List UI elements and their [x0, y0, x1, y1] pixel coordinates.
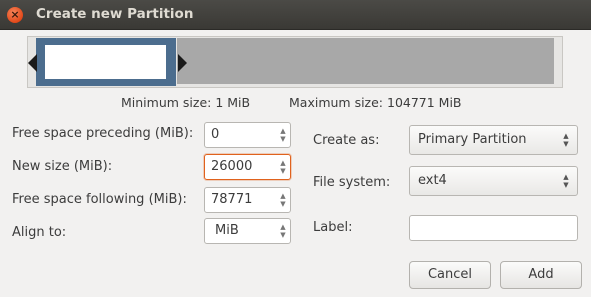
new-size-value: 26000 — [211, 159, 253, 174]
new-size-spinner[interactable]: 26000 ▲ ▼ — [204, 154, 291, 180]
free-space-bar — [177, 38, 554, 84]
create-as-select[interactable]: Primary Partition ▲ ▼ — [409, 125, 578, 155]
file-system-value: ext4 — [418, 173, 447, 188]
title-bar: × Create new Partition — [0, 0, 591, 30]
align-to-label: Align to: — [12, 225, 67, 240]
create-as-label: Create as: — [313, 133, 380, 148]
new-partition-block[interactable] — [36, 38, 176, 86]
label-input[interactable] — [409, 215, 578, 241]
partition-fill — [45, 45, 166, 79]
free-preceding-spinner[interactable]: 0 ▲ ▼ — [204, 122, 291, 148]
align-to-select[interactable]: MiB ▲ ▼ — [204, 218, 291, 244]
spinner-arrows-icon[interactable]: ▲ ▼ — [276, 123, 290, 147]
create-as-value: Primary Partition — [418, 132, 527, 147]
close-icon[interactable]: × — [7, 7, 23, 23]
select-arrows-icon[interactable]: ▲ ▼ — [276, 219, 290, 243]
free-preceding-label: Free space preceding (MiB): — [12, 126, 194, 141]
chevron-updown-icon: ▲ ▼ — [563, 132, 569, 148]
resize-right-handle-icon[interactable] — [178, 54, 187, 72]
minimum-size-label: Minimum size: 1 MiB — [121, 95, 251, 110]
align-to-value: MiB — [215, 223, 239, 238]
file-system-label: File system: — [313, 175, 391, 190]
window-title: Create new Partition — [36, 6, 194, 22]
add-button[interactable]: Add — [500, 261, 582, 289]
file-system-select[interactable]: ext4 ▲ ▼ — [409, 166, 578, 196]
maximum-size-label: Maximum size: 104771 MiB — [289, 95, 462, 110]
free-following-label: Free space following (MiB): — [12, 192, 187, 207]
new-size-label: New size (MiB): — [12, 159, 113, 174]
spinner-arrows-icon[interactable]: ▲ ▼ — [276, 155, 290, 179]
chevron-updown-icon: ▲ ▼ — [563, 173, 569, 189]
cancel-button[interactable]: Cancel — [409, 261, 491, 289]
free-following-value: 78771 — [211, 192, 253, 207]
label-field-label: Label: — [313, 220, 353, 235]
free-following-spinner[interactable]: 78771 ▲ ▼ — [204, 187, 291, 213]
spinner-arrows-icon[interactable]: ▲ ▼ — [276, 188, 290, 212]
resize-left-handle-icon[interactable] — [28, 54, 37, 72]
partition-resizer[interactable] — [27, 36, 563, 88]
free-preceding-value: 0 — [211, 127, 220, 142]
